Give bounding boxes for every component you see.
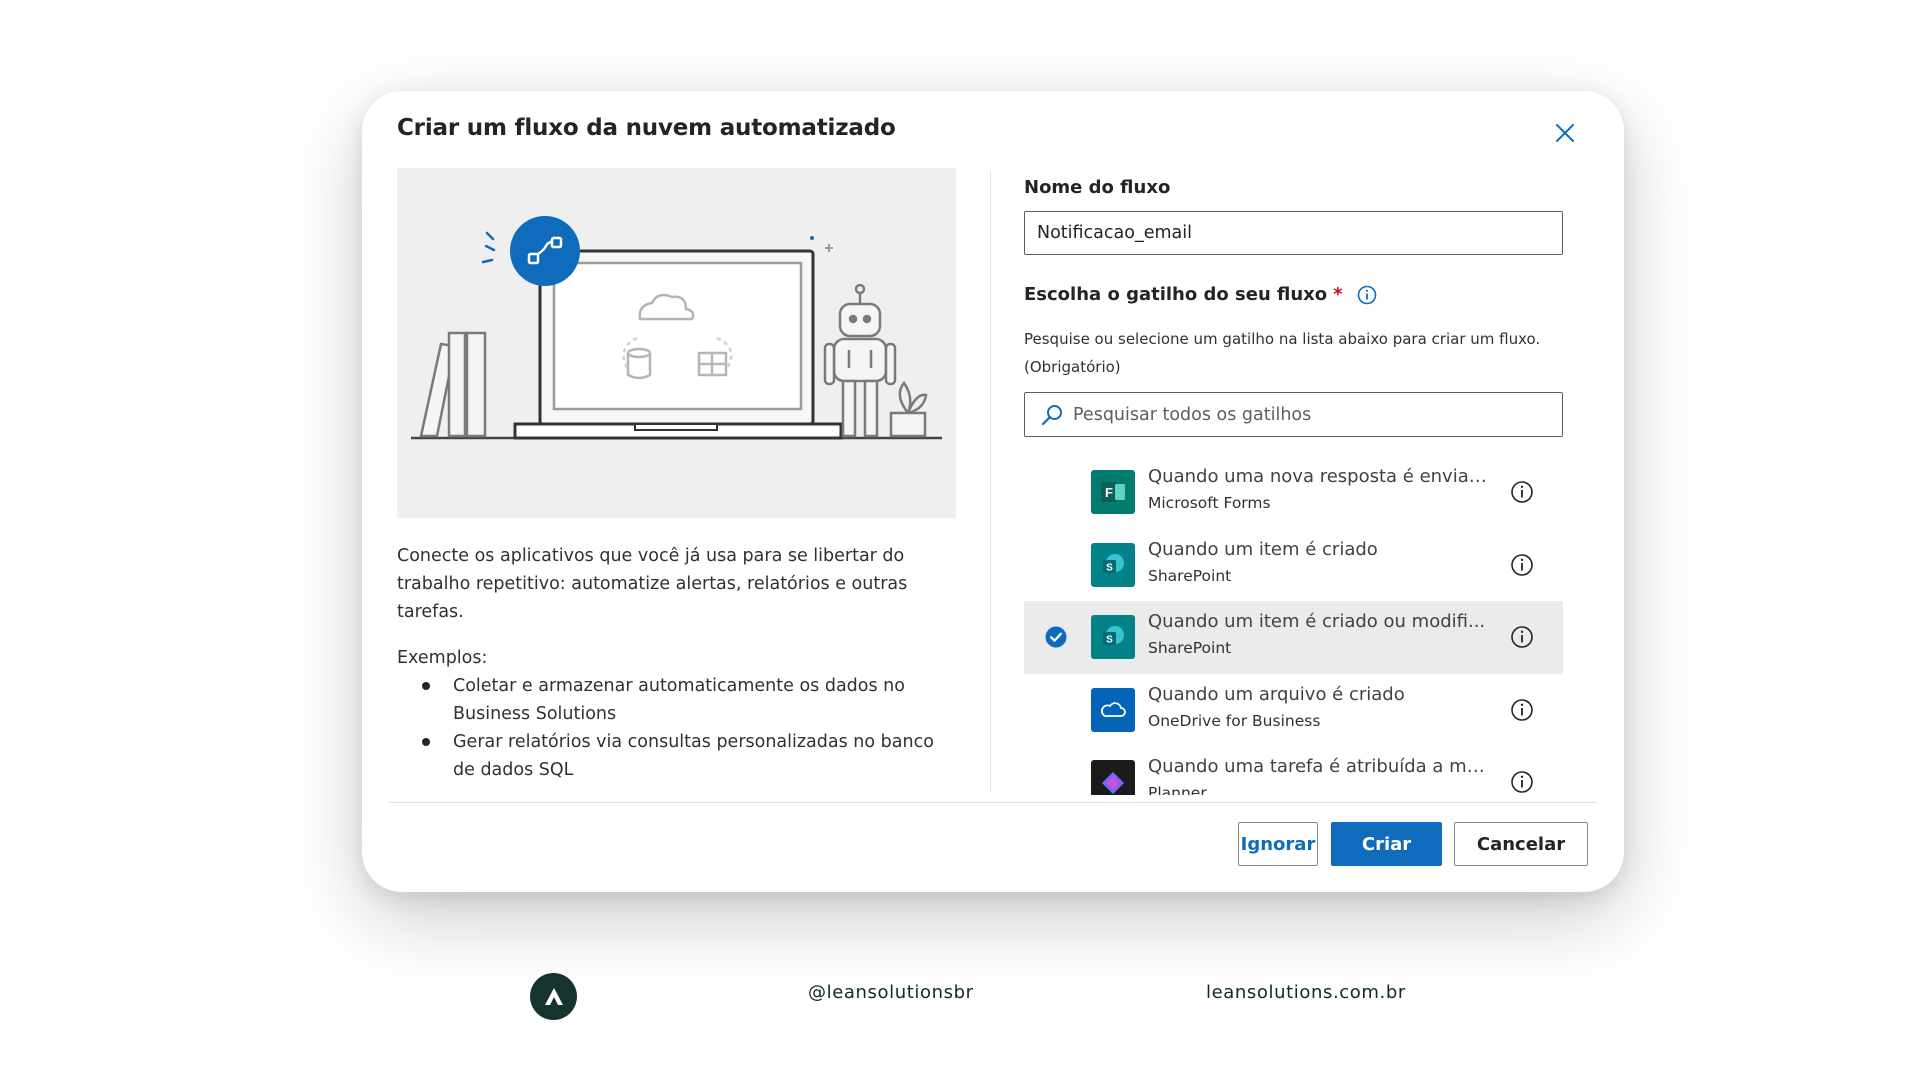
info-icon — [1511, 698, 1533, 721]
svg-text:F: F — [1105, 485, 1113, 500]
trigger-title: Quando uma tarefa é atribuída a mim — [1148, 756, 1488, 777]
trigger-info-button[interactable] — [1357, 285, 1377, 305]
trigger-connector: Planner — [1148, 784, 1207, 795]
onedrive-icon — [1091, 687, 1135, 732]
examples-label: Exemplos: — [397, 648, 488, 668]
trigger-item[interactable]: Quando um arquivo é criado OneDrive for … — [1024, 674, 1563, 747]
search-icon — [1041, 404, 1062, 425]
info-icon — [1511, 481, 1533, 503]
trigger-search-box[interactable] — [1024, 392, 1563, 437]
required-mark: * — [1333, 284, 1343, 305]
lean-solutions-logo — [530, 973, 577, 1020]
flow-name-label: Nome do fluxo — [1024, 177, 1171, 198]
trigger-info-button[interactable] — [1510, 480, 1534, 504]
laptop-automation-illustration — [411, 216, 942, 440]
create-flow-dialog: Criar um fluxo da nuvem automatizado Con… — [362, 91, 1624, 892]
trigger-label: Escolha o gatilho do seu fluxo — [1024, 284, 1328, 305]
trigger-title: Quando um arquivo é criado — [1148, 683, 1405, 705]
trigger-item[interactable]: S Quando um item é criado SharePoint — [1024, 529, 1563, 602]
info-icon — [1511, 626, 1533, 648]
lean-logo-icon — [544, 987, 563, 1005]
footer-divider — [389, 802, 1597, 803]
selected-check-icon — [1045, 626, 1067, 652]
info-icon — [1511, 771, 1533, 793]
trigger-info-button[interactable] — [1510, 553, 1534, 577]
microsoft-forms-icon: F — [1091, 470, 1135, 514]
trigger-connector: SharePoint — [1148, 566, 1232, 585]
trigger-connector: Microsoft Forms — [1148, 494, 1271, 512]
trigger-search-input[interactable] — [1073, 404, 1562, 425]
cancel-button[interactable]: Cancelar — [1454, 822, 1588, 866]
close-icon — [1556, 124, 1574, 142]
example-item: Coletar e armazenar automaticamente os d… — [417, 672, 957, 728]
svg-text:S: S — [1106, 635, 1113, 646]
trigger-title: Quando um item é criado — [1148, 538, 1378, 560]
trigger-info-button[interactable] — [1510, 698, 1534, 722]
info-icon — [1511, 553, 1533, 576]
ignore-button[interactable]: Ignorar — [1238, 822, 1318, 866]
trigger-item[interactable]: F Quando uma nova resposta é enviada Mic… — [1024, 456, 1563, 529]
dialog-title: Criar um fluxo da nuvem automatizado — [397, 115, 896, 141]
flow-name-input[interactable] — [1024, 211, 1563, 255]
illustration — [397, 168, 956, 518]
example-item: Gerar relatórios via consultas personali… — [417, 728, 957, 784]
footer-website: leansolutions.com.br — [1206, 982, 1406, 1003]
trigger-item-selected[interactable]: S Quando um item é criado ou modifi... S… — [1024, 601, 1563, 674]
create-button[interactable]: Criar — [1331, 822, 1442, 866]
footer-social-handle: @leansolutionsbr — [808, 982, 974, 1003]
trigger-title: Quando uma nova resposta é enviada — [1148, 466, 1488, 487]
trigger-connector: OneDrive for Business — [1148, 711, 1321, 730]
trigger-info-button[interactable] — [1510, 770, 1534, 794]
planner-icon — [1091, 760, 1135, 795]
trigger-item[interactable]: Quando uma tarefa é atribuída a mim Plan… — [1024, 746, 1563, 795]
dialog-description: Conecte os aplicativos que você já usa p… — [397, 546, 908, 622]
info-icon — [1357, 285, 1376, 304]
examples-list: Coletar e armazenar automaticamente os d… — [417, 672, 957, 784]
vertical-divider — [990, 171, 991, 793]
close-button[interactable] — [1550, 118, 1580, 148]
trigger-connector: SharePoint — [1148, 639, 1232, 657]
svg-text:S: S — [1106, 562, 1113, 573]
trigger-help-text: Pesquise ou selecione um gatilho na list… — [1024, 330, 1541, 376]
trigger-list: F Quando uma nova resposta é enviada Mic… — [1024, 456, 1563, 795]
trigger-title: Quando um item é criado ou modifi... — [1148, 611, 1486, 632]
trigger-info-button[interactable] — [1510, 625, 1534, 649]
sharepoint-icon: S — [1091, 615, 1135, 659]
sharepoint-icon: S — [1091, 542, 1135, 587]
trigger-label-row: Escolha o gatilho do seu fluxo * — [1024, 284, 1377, 305]
